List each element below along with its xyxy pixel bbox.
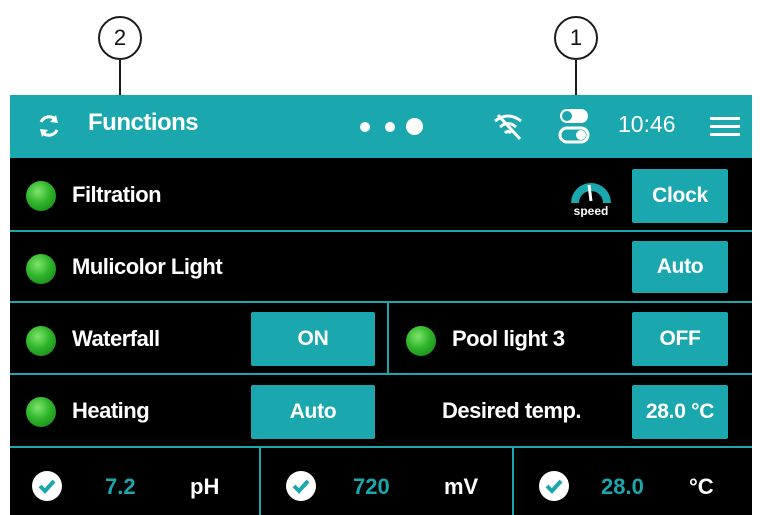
column-divider [387, 303, 389, 373]
label-desired-temp: Desired temp. [442, 398, 582, 423]
device-screen: Functions 10:46 Filtration speed Clock M… [10, 95, 752, 515]
status-led-waterfall [26, 326, 56, 356]
orp-value: 720 [353, 474, 390, 499]
callout-1-line [575, 60, 577, 95]
desired-temp-button[interactable]: 28.0 °C [632, 385, 728, 439]
temperature-value: 28.0 [601, 474, 644, 499]
check-icon [539, 471, 569, 501]
temperature-unit: °C [689, 474, 714, 499]
speed-label: speed [574, 204, 609, 217]
waterfall-toggle-button[interactable]: ON [251, 312, 375, 366]
orp-unit: mV [444, 474, 479, 499]
status-led-multicolor [26, 254, 56, 284]
clock-time: 10:46 [618, 111, 676, 137]
callout-2: 2 [98, 16, 142, 60]
label-waterfall: Waterfall [72, 326, 160, 351]
page-indicator-dot[interactable] [360, 122, 370, 132]
callout-1: 1 [554, 16, 598, 60]
filtration-mode-button[interactable]: Clock [632, 169, 728, 223]
column-divider [259, 448, 261, 515]
check-icon [32, 471, 62, 501]
heating-mode-button[interactable]: Auto [251, 385, 375, 439]
row-divider [10, 373, 752, 375]
label-filtration: Filtration [72, 182, 162, 207]
speed-gauge-icon[interactable]: speed [567, 175, 615, 218]
label-multicolor-light: Mulicolor Light [72, 254, 223, 279]
label-heating: Heating [72, 398, 150, 423]
label-pool-light-3: Pool light 3 [452, 326, 565, 351]
toggle-icon[interactable] [558, 107, 590, 145]
top-bar: Functions 10:46 [10, 95, 752, 158]
status-led-heating [26, 397, 56, 427]
refresh-icon[interactable] [34, 111, 64, 141]
ph-unit: pH [190, 474, 220, 499]
pool-light-toggle-button[interactable]: OFF [632, 312, 728, 366]
row-divider [10, 446, 752, 448]
check-icon [286, 471, 316, 501]
status-led-pool-light [406, 326, 436, 356]
page-indicator-dot[interactable] [385, 122, 395, 132]
column-divider [512, 448, 514, 515]
callout-2-line [119, 60, 121, 95]
page-title: Functions [88, 109, 199, 136]
page-indicator-dot-active[interactable] [406, 118, 423, 135]
wifi-off-icon [490, 109, 526, 143]
row-divider [10, 230, 752, 232]
hamburger-menu-icon[interactable] [710, 115, 740, 139]
multicolor-mode-button[interactable]: Auto [632, 241, 728, 293]
status-led-filtration [26, 181, 56, 211]
row-divider [10, 301, 752, 303]
ph-value: 7.2 [105, 474, 136, 499]
